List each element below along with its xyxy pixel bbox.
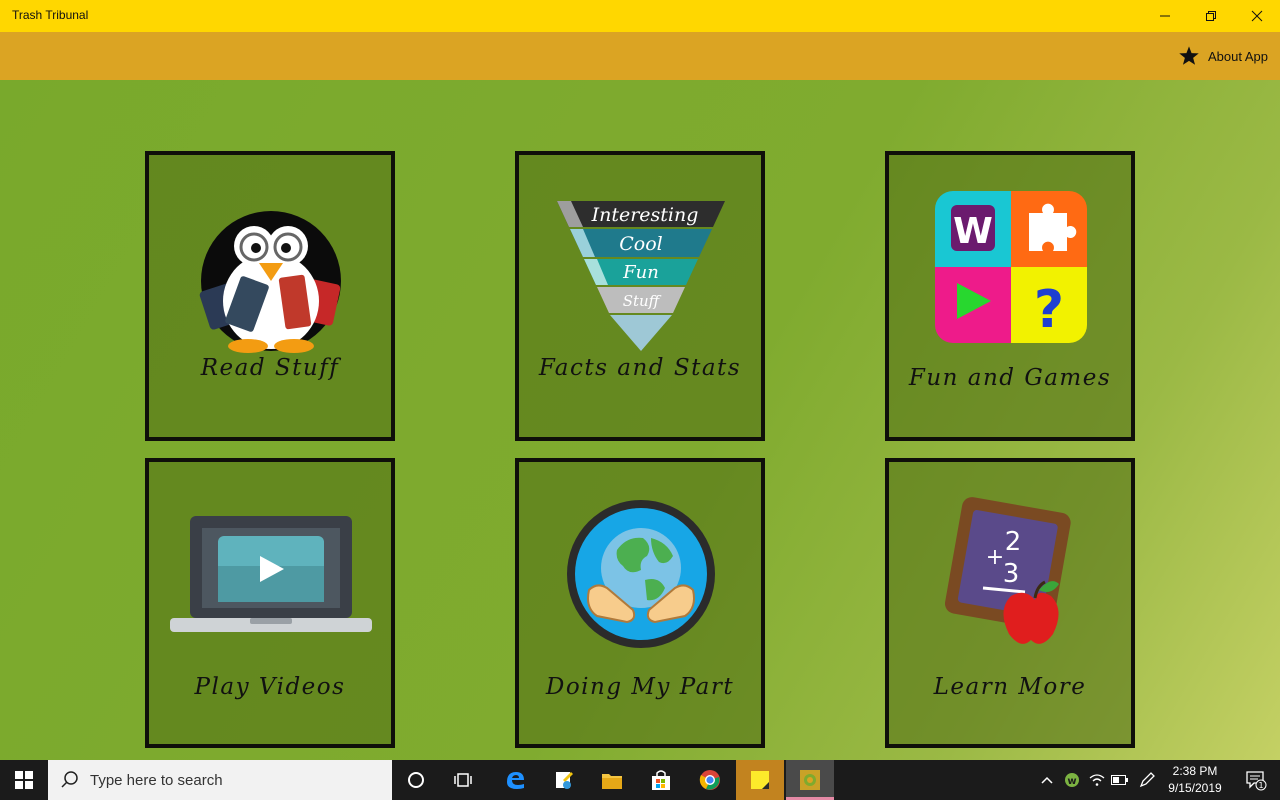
close-icon [1251,10,1263,22]
paint-taskbar-button[interactable] [540,760,588,800]
svg-text:w: w [1067,776,1076,787]
star-icon [1179,46,1199,65]
chalkboard-apple-icon: 2 + 3 [945,497,1071,644]
edge-browser-icon [507,772,524,789]
paint-app-icon [556,772,573,789]
action-center-button[interactable]: 1 [1232,760,1280,800]
battery-button[interactable] [1108,760,1132,800]
show-hidden-icons-button[interactable] [1035,760,1059,800]
penguin-reading-icon [199,211,341,353]
word-game-letter: W [953,211,993,252]
command-bar: About App [0,32,1280,80]
task-view-button[interactable] [440,760,488,800]
chrome-browser-icon [699,770,720,790]
pyramid-level-2: Cool [619,233,663,255]
laptop-video-icon [170,516,372,632]
about-app-label: About App [1208,48,1268,64]
windows-logo-icon [15,771,33,789]
fun-and-games-label: Fun and Games [908,365,1112,391]
doing-my-part-tile[interactable]: Doing My Part [515,458,765,748]
window-title: Trash Tribunal [12,8,89,22]
start-button[interactable] [0,760,48,800]
taskbar-search-box[interactable]: Type here to search [48,760,392,800]
trash-tribunal-taskbar-button[interactable] [786,760,834,800]
chevron-up-icon [1041,776,1053,784]
store-bag-icon [652,770,670,790]
pen-icon [1139,772,1155,788]
globe-in-hands-icon [567,500,715,648]
content-area: Read Stuff Interesting Cool Fun Stuff Fa… [0,80,1280,760]
slate-number-top: 2 [1005,527,1022,557]
wifi-icon [1089,774,1105,786]
taskbar: Type here to search w 2:38 PM 9/15/2019 … [0,760,1280,800]
pyramid-level-3: Fun [622,262,659,283]
edge-taskbar-button[interactable] [491,760,539,800]
play-videos-label: Play Videos [194,674,346,700]
about-app-button[interactable]: About App [1178,44,1268,68]
cortana-icon [408,772,424,788]
play-videos-tile[interactable]: Play Videos [145,458,395,748]
slate-plus-sign: + [986,545,1004,570]
question-mark-icon: ? [1034,280,1064,340]
slate-number-bottom: 3 [1003,559,1020,589]
restore-button[interactable] [1188,0,1234,32]
notification-count: 1 [1258,781,1263,790]
task-view-icon [454,773,472,787]
minimize-icon [1160,15,1170,17]
store-taskbar-button[interactable] [637,760,685,800]
search-placeholder: Type here to search [90,771,223,789]
pyramid-level-1: Interesting [591,204,699,226]
clock-date[interactable]: 9/15/2019 [1162,781,1228,795]
chrome-taskbar-button[interactable] [686,760,734,800]
doing-my-part-label: Doing My Part [545,674,735,700]
sticky-notes-icon [751,771,769,789]
search-icon [61,771,78,788]
facts-and-stats-label: Facts and Stats [538,355,742,381]
minimize-button[interactable] [1142,0,1188,32]
apple-icon [1003,592,1059,644]
pyramid-level-4: Stuff [623,292,662,310]
wifi-button[interactable] [1085,760,1109,800]
restore-icon [1206,11,1216,21]
games-grid-icon: W ? [935,191,1087,343]
title-bar: Trash Tribunal [0,0,1280,32]
notification-icon: 1 [1246,771,1267,791]
learn-more-tile[interactable]: 2 + 3 Learn More [885,458,1135,748]
folder-icon [602,774,622,789]
trash-tribunal-app-icon [800,770,820,790]
sticky-notes-taskbar-button[interactable] [736,760,784,800]
clock-time[interactable]: 2:38 PM [1162,764,1228,778]
pen-workspace-button[interactable] [1134,760,1160,800]
facts-and-stats-tile[interactable]: Interesting Cool Fun Stuff Facts and Sta… [515,151,765,441]
fun-and-games-tile[interactable]: W ? Fun and Games [885,151,1135,441]
read-stuff-label: Read Stuff [200,355,340,381]
cortana-button[interactable] [392,760,440,800]
battery-icon [1111,775,1128,785]
tray-app-button[interactable]: w [1060,760,1084,800]
tray-app-icon: w [1065,773,1079,787]
pyramid-icon: Interesting Cool Fun Stuff [557,201,725,351]
file-explorer-button[interactable] [588,760,636,800]
close-button[interactable] [1234,0,1280,32]
read-stuff-tile[interactable]: Read Stuff [145,151,395,441]
learn-more-label: Learn More [933,674,1087,700]
